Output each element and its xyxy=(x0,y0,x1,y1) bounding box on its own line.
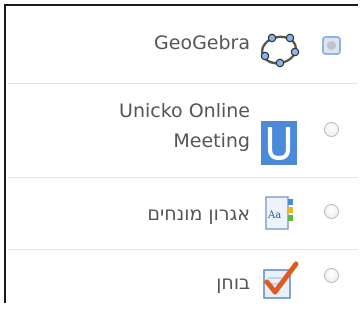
geogebra-icon xyxy=(260,33,300,68)
glossary-icon: Aa xyxy=(265,196,293,230)
quiz-icon xyxy=(263,261,299,299)
activity-label-geogebra: GeoGebra xyxy=(154,32,250,54)
activity-chooser-list: GeoGebra Unicko Online Meeting אגרון מונ… xyxy=(4,4,358,303)
activity-row-geogebra[interactable]: GeoGebra xyxy=(8,6,358,84)
radio-geogebra[interactable] xyxy=(322,36,341,55)
activity-row-quiz[interactable]: בוחן xyxy=(8,250,358,310)
activity-label-glossary: אגרון מונחים xyxy=(147,203,250,225)
unicko-icon xyxy=(261,121,297,165)
activity-row-glossary[interactable]: אגרון מונחים Aa xyxy=(8,178,358,250)
glossary-icon-text: Aa xyxy=(267,210,281,221)
activity-row-unicko[interactable]: Unicko Online Meeting xyxy=(8,84,358,178)
radio-glossary[interactable] xyxy=(324,204,339,219)
activity-label-quiz: בוחן xyxy=(216,272,250,294)
radio-unicko[interactable] xyxy=(324,122,339,137)
activity-label-unicko-line2: Meeting xyxy=(173,130,250,152)
radio-quiz[interactable] xyxy=(324,268,339,283)
activity-label-unicko: Unicko Online Meeting xyxy=(119,96,250,156)
activity-label-unicko-line1: Unicko Online xyxy=(119,100,250,122)
